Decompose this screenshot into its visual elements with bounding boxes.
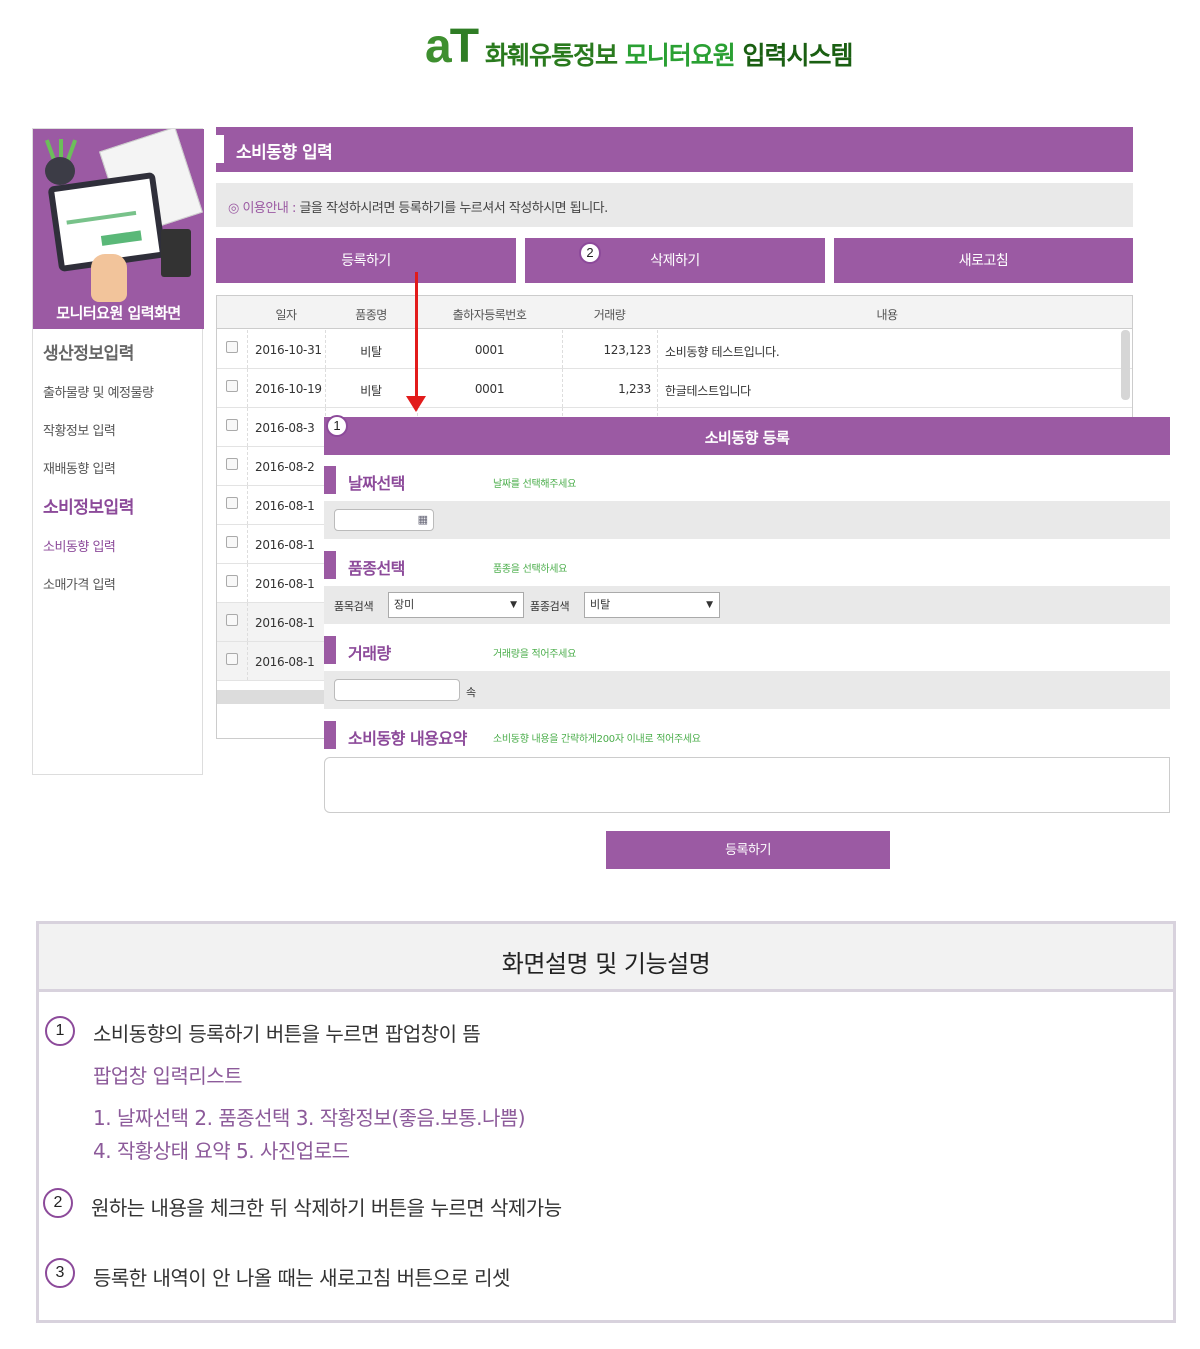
cell-variety: 비탈 <box>360 384 382 398</box>
volume-section-hint: 거래량을 적어주세요 <box>493 649 576 660</box>
row-checkbox[interactable] <box>226 536 238 548</box>
register-popup: 소비동향 등록 날짜선택 날짜를 선택해주세요 ▦ 품종선택 품종을 선택하세요… <box>324 417 1170 877</box>
delete-button[interactable]: 삭제하기 <box>525 238 825 283</box>
volume-unit: 속 <box>466 686 476 699</box>
description-badge-1: 1 <box>45 1016 75 1046</box>
date-section-hint: 날짜를 선택해주세요 <box>493 479 576 490</box>
row-checkbox[interactable] <box>226 653 238 665</box>
hand-illustration <box>91 254 127 302</box>
col-shipper-no: 출하자등록번호 <box>452 308 527 322</box>
variety-select[interactable]: 비탈 ▼ <box>584 592 720 618</box>
annotation-badge-1: 1 <box>326 415 348 437</box>
flow-arrow-head-icon <box>406 396 426 412</box>
description-item-1-line-2: 4. 작황상태 요약 5. 사진업로드 <box>93 1139 350 1163</box>
page-title-bar: 소비동향 입력 <box>216 127 1133 172</box>
description-badge-3: 3 <box>45 1258 75 1288</box>
summary-textarea[interactable] <box>324 757 1170 813</box>
row-checkbox[interactable] <box>226 380 238 392</box>
popup-title: 소비동향 등록 <box>704 429 790 447</box>
cell-shipper-no: 0001 <box>474 382 505 396</box>
sidebar-item-cultivation[interactable]: 재배동향 입력 <box>43 458 116 477</box>
cell-variety: 비탈 <box>360 345 382 359</box>
site-logo[interactable]: aT 화훼유통정보 모니터요원 입력시스템 <box>425 22 855 74</box>
cell-date: 2016-08-1 <box>255 499 315 513</box>
flow-arrow-line <box>415 272 418 400</box>
calendar-icon[interactable]: ▦ <box>418 513 428 526</box>
row-checkbox[interactable] <box>226 575 238 587</box>
date-input[interactable]: ▦ <box>334 509 434 531</box>
dropdown-arrow-icon: ▼ <box>510 600 517 610</box>
cell-shipper-no: 0001 <box>474 343 505 357</box>
date-section-title: 날짜선택 <box>348 474 405 493</box>
dropdown-arrow-icon: ▼ <box>706 600 713 610</box>
at-logo-mark: aT <box>425 20 479 73</box>
pen-cup-illustration <box>43 139 78 185</box>
col-variety: 품종명 <box>355 308 387 322</box>
register-button[interactable]: 등록하기 <box>216 238 516 283</box>
variety-search-label: 품종검색 <box>530 600 570 613</box>
cell-volume: 123,123 <box>603 343 651 357</box>
refresh-button[interactable]: 새로고침 <box>834 238 1133 283</box>
description-header: 화면설명 및 기능설명 <box>39 924 1173 992</box>
variety-section-title: 품종선택 <box>348 559 405 578</box>
cell-date: 2016-08-2 <box>255 460 315 474</box>
volume-section-title: 거래량 <box>348 644 391 663</box>
cell-date: 2016-08-3 <box>255 421 315 435</box>
sidebar-item-retail-price[interactable]: 소매가격 입력 <box>43 574 116 593</box>
col-content: 내용 <box>876 308 898 322</box>
description-item-3: 등록한 내역이 안 나올 때는 새로고침 버튼으로 리셋 <box>93 1266 510 1290</box>
row-checkbox[interactable] <box>226 614 238 626</box>
description-item-1-line-1: 1. 날짜선택 2. 품종선택 3. 작황정보(좋음.보통.나쁨) <box>93 1106 526 1130</box>
volume-input[interactable] <box>334 679 460 701</box>
summary-section-title: 소비동향 내용요약 <box>348 729 467 748</box>
description-title: 화면설명 및 기능설명 <box>501 950 711 978</box>
page-title: 소비동향 입력 <box>236 143 333 163</box>
row-checkbox[interactable] <box>226 497 238 509</box>
cell-date: 2016-08-1 <box>255 577 315 591</box>
sidebar-group-consumption[interactable]: 소비정보입력 <box>43 493 134 518</box>
col-date: 일자 <box>275 308 297 322</box>
item-select[interactable]: 장미 ▼ <box>388 592 524 618</box>
sidebar-item-consumption-trend[interactable]: 소비동향 입력 <box>43 536 116 555</box>
notice-bar: ◎ 이용안내 : 글을 작성하시려면 등록하기를 누르셔서 작성하시면 됩니다. <box>216 183 1133 227</box>
variety-section-hint: 품종을 선택하세요 <box>493 564 568 575</box>
annotation-badge-2: 2 <box>579 242 601 264</box>
sidebar-banner: 모니터요원 입력화면 <box>33 129 204 329</box>
row-checkbox[interactable] <box>226 458 238 470</box>
cell-date: 2016-08-1 <box>255 538 315 552</box>
row-checkbox[interactable] <box>226 341 238 353</box>
sidebar-banner-title: 모니터요원 입력화면 <box>56 304 181 322</box>
col-volume: 거래량 <box>593 308 626 322</box>
notice-label: ◎ 이용안내 : <box>228 201 300 216</box>
cell-date: 2016-08-1 <box>255 616 315 630</box>
cell-content: 한글테스트입니다 <box>665 384 751 398</box>
popup-register-button[interactable]: 등록하기 <box>606 831 890 869</box>
sidebar: 모니터요원 입력화면 생산정보입력 출하물량 및 예정물량 작황정보 입력 재배… <box>32 128 204 775</box>
description-panel: 화면설명 및 기능설명 1 소비동향의 등록하기 버튼을 누르면 팝업창이 뜸 … <box>36 921 1176 1323</box>
description-item-1-subtitle: 팝업창 입력리스트 <box>93 1064 243 1088</box>
notice-text: 글을 작성하시려면 등록하기를 누르셔서 작성하시면 됩니다. <box>299 201 608 216</box>
table-header: 일자 품종명 출하자등록번호 거래량 내용 <box>217 296 1132 329</box>
table-row[interactable]: 2016-10-19 비탈 0001 1,233 한글테스트입니다 <box>217 369 1132 408</box>
cell-date: 2016-10-19 <box>255 382 322 396</box>
table-scrollbar[interactable] <box>1121 330 1130 400</box>
cell-date: 2016-10-31 <box>255 343 322 357</box>
item-search-label: 품목검색 <box>334 600 374 613</box>
cell-date: 2016-08-1 <box>255 655 315 669</box>
summary-section-hint: 소비동향 내용을 간략하게200자 이내로 적어주세요 <box>493 734 701 745</box>
site-title: 화훼유통정보 모니터요원 입력시스템 <box>485 41 853 70</box>
sidebar-group-production[interactable]: 생산정보입력 <box>43 339 134 364</box>
row-checkbox[interactable] <box>226 419 238 431</box>
description-badge-2: 2 <box>43 1188 73 1218</box>
popup-title-bar: 소비동향 등록 <box>324 417 1170 455</box>
description-item-2: 원하는 내용을 체크한 뒤 삭제하기 버튼을 누르면 삭제가능 <box>91 1196 562 1220</box>
sidebar-item-shipment[interactable]: 출하물량 및 예정물량 <box>43 382 154 401</box>
sidebar-item-crop-status[interactable]: 작황정보 입력 <box>43 420 116 439</box>
table-row[interactable]: 2016-10-31 비탈 0001 123,123 소비동향 테스트입니다. <box>217 330 1132 369</box>
calculator-illustration <box>161 229 191 277</box>
cell-content: 소비동향 테스트입니다. <box>665 345 780 359</box>
cell-volume: 1,233 <box>618 382 651 396</box>
description-item-1: 소비동향의 등록하기 버튼을 누르면 팝업창이 뜸 <box>93 1022 481 1046</box>
